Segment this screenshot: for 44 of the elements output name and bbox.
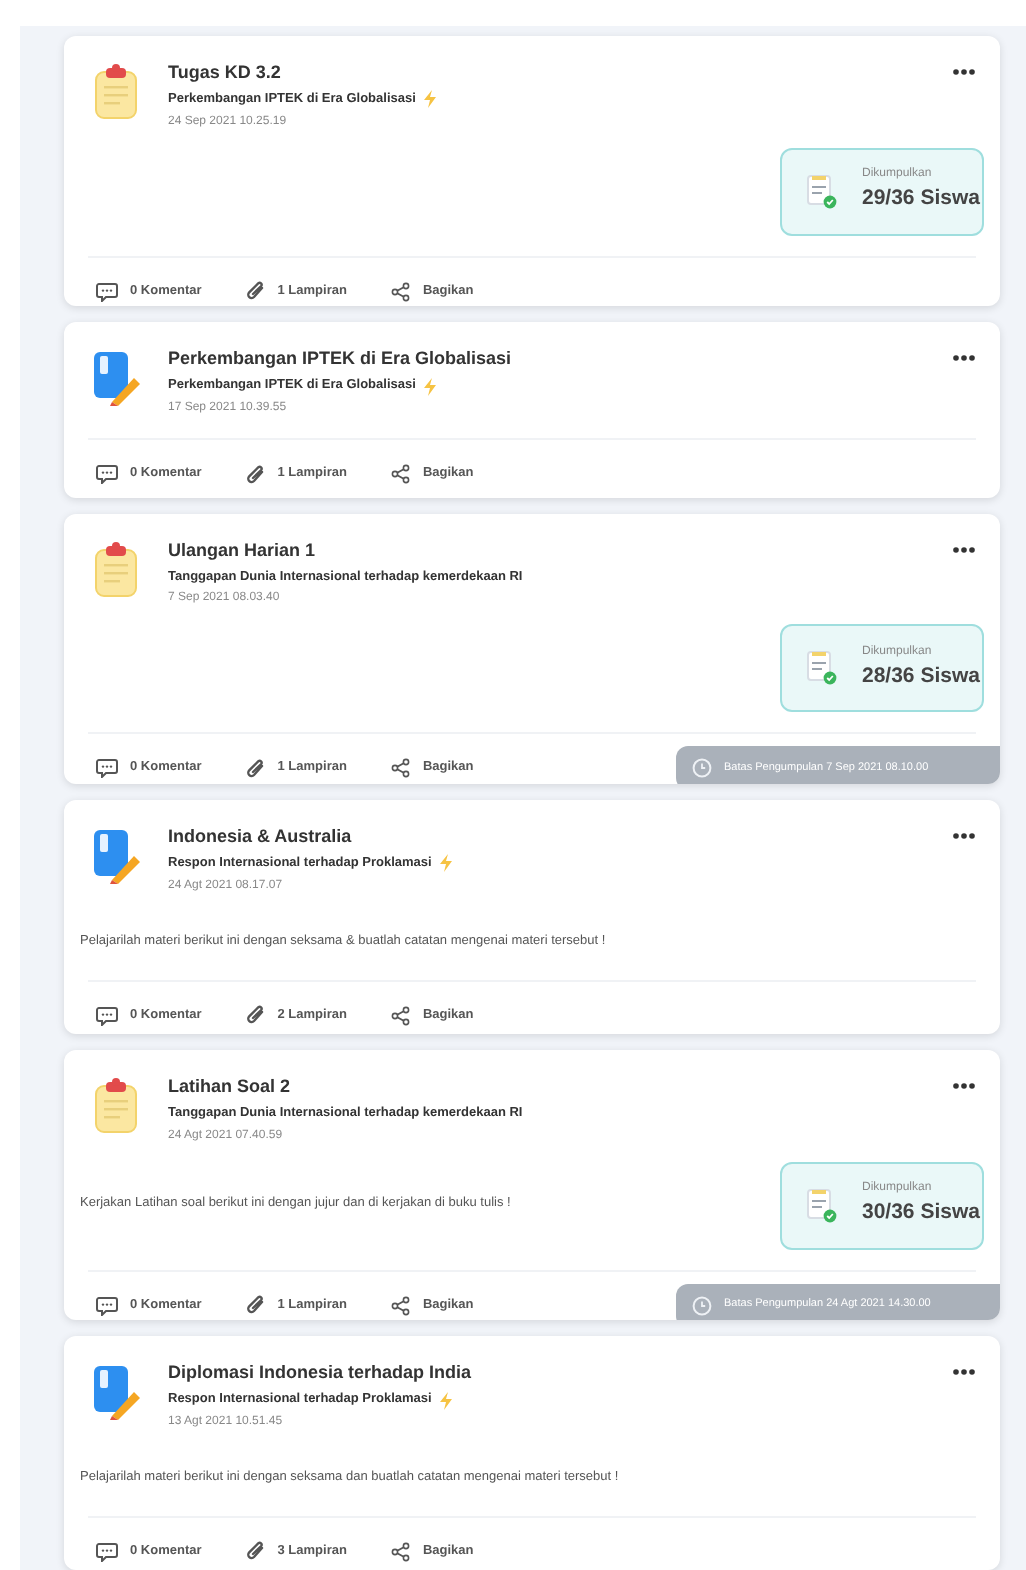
- clipboard-icon: [94, 64, 138, 120]
- more-icon[interactable]: [952, 354, 976, 363]
- clipboard-icon: [94, 541, 138, 597]
- post-title[interactable]: Indonesia & Australia: [168, 823, 928, 848]
- post-title[interactable]: Latihan Soal 2: [168, 1073, 928, 1098]
- more-icon[interactable]: [952, 831, 976, 840]
- more-icon[interactable]: [952, 1081, 976, 1090]
- book-pencil-icon: [92, 1364, 140, 1421]
- clock-icon: [692, 1295, 712, 1315]
- more-icon[interactable]: [952, 1368, 976, 1377]
- post-title[interactable]: Ulangan Harian 1: [168, 537, 928, 561]
- comment-icon: [96, 1005, 118, 1026]
- share-icon: [390, 1541, 411, 1562]
- paperclip-icon: [245, 280, 266, 303]
- comment-icon: [96, 1295, 118, 1315]
- comment-icon: [96, 281, 118, 302]
- paperclip-icon: [245, 463, 266, 486]
- more-icon[interactable]: [952, 68, 976, 76]
- comment-icon: [96, 1541, 118, 1562]
- share-icon: [390, 1005, 411, 1026]
- document-check-icon: [806, 650, 838, 687]
- book-pencil-icon: [92, 827, 140, 884]
- share-icon: [390, 758, 411, 779]
- clipboard-icon: [94, 1077, 138, 1134]
- share-icon: [390, 1295, 411, 1315]
- post-title[interactable]: Perkembangan IPTEK di Era Globalisasi: [168, 346, 928, 371]
- badge-count: 28/36 Siswa: [862, 661, 980, 692]
- clock-icon: [692, 758, 712, 779]
- share-icon: [390, 464, 411, 485]
- comment-icon: [96, 464, 118, 485]
- document-check-icon: [806, 173, 838, 210]
- post-title[interactable]: Diplomasi Indonesia terhadap India: [168, 1360, 928, 1385]
- paperclip-icon: [245, 1004, 266, 1027]
- paperclip-icon: [245, 1540, 266, 1563]
- more-icon[interactable]: [952, 545, 976, 553]
- post-title[interactable]: Tugas KD 3.2: [168, 60, 928, 84]
- share-icon: [390, 281, 411, 302]
- paperclip-icon: [245, 757, 266, 780]
- book-pencil-icon: [92, 350, 140, 407]
- badge-count: 30/36 Siswa: [862, 1198, 980, 1229]
- comment-icon: [96, 758, 118, 779]
- badge-count: 29/36 Siswa: [862, 184, 980, 215]
- document-check-icon: [806, 1187, 838, 1223]
- paperclip-icon: [245, 1294, 266, 1316]
